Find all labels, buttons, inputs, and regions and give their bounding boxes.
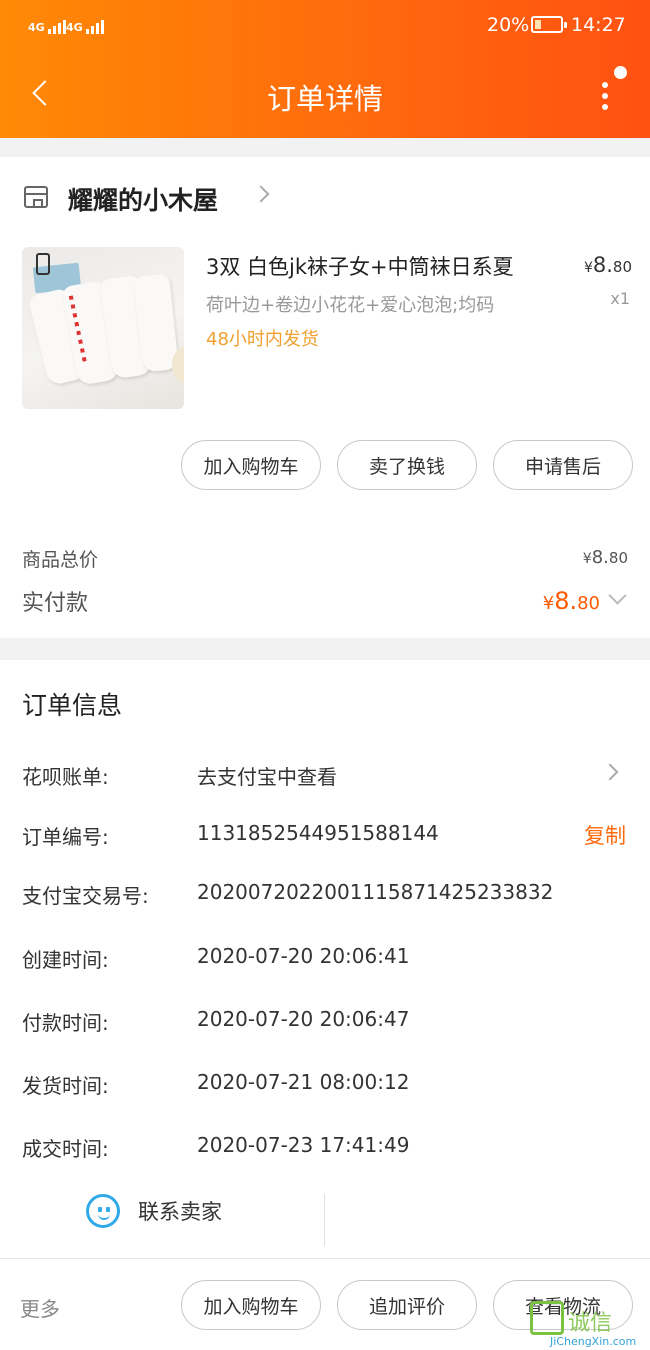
- chevron-down-icon[interactable]: [608, 586, 627, 605]
- divider: [324, 1194, 325, 1246]
- total-decimal: 80: [608, 549, 628, 567]
- binder-clip-graphic: [36, 253, 50, 275]
- product-title[interactable]: 3双 白色jk袜子女+中筒袜日系夏: [206, 251, 514, 281]
- order-number-label: 订单编号:: [22, 825, 109, 849]
- resell-button[interactable]: 卖了换钱: [337, 440, 477, 490]
- alipay-trade-value: 2020072022001115871425233832: [197, 880, 554, 904]
- huabei-value[interactable]: 去支付宝中查看: [197, 761, 337, 790]
- order-number-value: 1131852544951588144: [197, 821, 439, 845]
- shop-chevron-right-icon[interactable]: [252, 185, 270, 203]
- store-icon: [24, 186, 48, 208]
- watermark-logo: 诚信 JiChengXin.com: [530, 1301, 648, 1348]
- paid-currency: ¥: [542, 593, 555, 614]
- signal-indicator-1: 4G: [28, 14, 66, 34]
- notification-dot: [614, 66, 627, 79]
- after-sale-button[interactable]: 申请售后: [493, 440, 633, 490]
- battery-percent: 20%: [487, 14, 530, 36]
- product-spec: 荷叶边+卷边小花花+爱心泡泡;均码: [206, 295, 495, 316]
- paid-time-value: 2020-07-20 20:06:47: [197, 1007, 410, 1031]
- paid-decimal: 80: [577, 593, 600, 614]
- deal-time-label: 成交时间:: [22, 1137, 109, 1161]
- watermark-box-icon: [530, 1301, 564, 1335]
- goods-total-label: 商品总价: [22, 549, 99, 571]
- watermark-subtext: JiChengXin.com: [550, 1335, 637, 1348]
- paid-time-label: 付款时间:: [22, 1011, 109, 1035]
- watermark-text: 诚信: [568, 1311, 613, 1336]
- price-currency: ¥: [583, 260, 593, 276]
- shipped-time-label: 发货时间:: [22, 1074, 109, 1098]
- shipping-promise: 48小时内发货: [206, 329, 319, 350]
- contact-seller-button[interactable]: 联系卖家: [86, 1194, 222, 1228]
- alipay-trade-label: 支付宝交易号:: [22, 884, 149, 908]
- created-time-value: 2020-07-20 20:06:41: [197, 944, 410, 968]
- price-decimal: 80: [612, 258, 632, 276]
- signal-indicator-2: 4G: [66, 14, 104, 34]
- bottom-add-to-cart-button[interactable]: 加入购物车: [181, 1280, 321, 1330]
- paid-label: 实付款: [22, 591, 89, 616]
- shop-name[interactable]: 耀耀的小木屋: [68, 181, 218, 217]
- total-currency: ¥: [582, 551, 592, 567]
- huabei-label: 花呗账单:: [22, 765, 109, 789]
- add-to-cart-button[interactable]: 加入购物车: [181, 440, 321, 490]
- total-integer: 8.: [591, 547, 609, 568]
- created-time-label: 创建时间:: [22, 948, 109, 972]
- signal-label-2: 4G: [66, 21, 83, 34]
- status-time: 14:27: [571, 14, 626, 36]
- signal-bars-icon: [85, 20, 104, 34]
- deal-time-value: 2020-07-23 17:41:49: [197, 1133, 410, 1157]
- contact-seller-label: 联系卖家: [138, 1200, 222, 1224]
- signal-label-1: 4G: [28, 21, 45, 34]
- shipped-time-value: 2020-07-21 08:00:12: [197, 1070, 410, 1094]
- status-bar: 4G 4G 20% 14:27: [0, 0, 650, 52]
- order-info-title: 订单信息: [22, 691, 123, 720]
- price-integer: 8.: [592, 253, 613, 277]
- copy-order-number-button[interactable]: 复制: [584, 820, 626, 850]
- battery-icon: [531, 16, 567, 33]
- order-info-card: 订单信息 花呗账单: 去支付宝中查看 订单编号: 113185254495158…: [0, 660, 650, 1260]
- paid-amount: ¥8.80: [543, 587, 600, 615]
- more-button[interactable]: 更多: [20, 1293, 60, 1322]
- top-header: 4G 4G 20% 14:27 订单详情: [0, 0, 650, 138]
- goods-total-value: ¥8.80: [583, 547, 628, 568]
- product-quantity: x1: [610, 289, 630, 308]
- product-price: ¥8.80: [584, 253, 632, 277]
- product-thumbnail[interactable]: [22, 247, 184, 409]
- order-item-card: 耀耀的小木屋 3双 白色jk袜子女+中筒袜日系夏 荷叶边+卷边小花花+爱心泡泡;…: [0, 157, 650, 638]
- more-vertical-icon[interactable]: [598, 78, 614, 114]
- chevron-right-icon[interactable]: [601, 763, 619, 781]
- signal-bars-icon: [47, 20, 66, 34]
- page-title: 订单详情: [266, 82, 383, 116]
- add-review-button[interactable]: 追加评价: [337, 1280, 477, 1330]
- paid-integer: 8.: [554, 587, 578, 615]
- chat-icon: [86, 1194, 120, 1228]
